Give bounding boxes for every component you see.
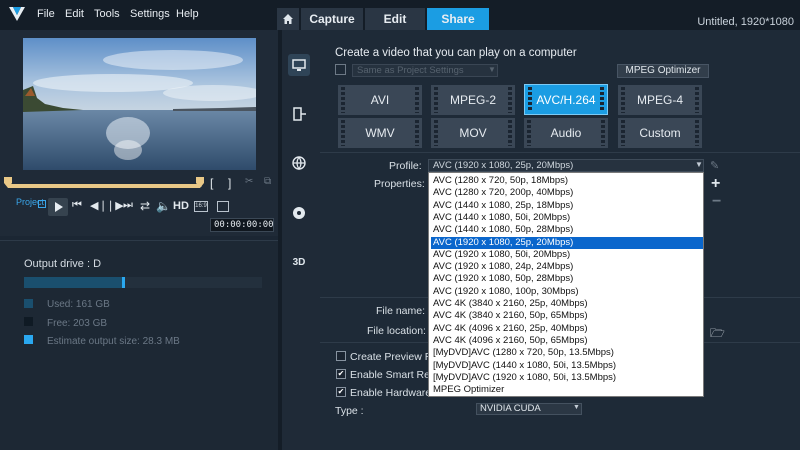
- 3d-icon[interactable]: 3D: [288, 252, 310, 274]
- profile-option[interactable]: AVC (1280 x 720, 200p, 40Mbps): [431, 187, 703, 199]
- profile-option[interactable]: AVC (1440 x 1080, 25p, 18Mbps): [431, 200, 703, 212]
- profile-option[interactable]: AVC (1920 x 1080, 25p, 20Mbps): [431, 236, 703, 249]
- file-name-label: File name:: [376, 305, 426, 317]
- format-audio-button[interactable]: Audio: [524, 118, 608, 148]
- tab-capture[interactable]: Capture: [301, 8, 363, 30]
- play-icon: [55, 202, 63, 212]
- format-avc-button[interactable]: AVC/H.264: [524, 84, 608, 115]
- smart-render-checkbox[interactable]: ✔: [336, 369, 346, 379]
- mark-out-icon[interactable]: ]: [228, 176, 231, 190]
- trim-start-handle[interactable]: [4, 177, 12, 189]
- app-window: File Edit Tools Settings Help Capture Ed…: [0, 0, 800, 450]
- profile-option[interactable]: AVC (1920 x 1080, 50p, 28Mbps): [431, 273, 703, 285]
- profile-option[interactable]: AVC (1440 x 1080, 50i, 20Mbps): [431, 212, 703, 224]
- same-as-project-select[interactable]: Same as Project Settings: [352, 64, 498, 77]
- chevron-down-icon: ▼: [488, 65, 496, 74]
- hardware-encode-label: Enable Hardware e: [350, 387, 440, 399]
- profile-option[interactable]: MPEG Optimizer: [431, 384, 703, 396]
- tab-share[interactable]: Share: [427, 8, 489, 30]
- profile-option[interactable]: AVC (1920 x 1080, 50i, 20Mbps): [431, 249, 703, 261]
- app-logo-icon: [9, 7, 25, 21]
- hd-toggle[interactable]: HD: [173, 200, 189, 212]
- go-to-end-icon[interactable]: ⏭: [123, 199, 133, 212]
- estimate-size-label: Estimate output size: 28.3 MB: [47, 336, 180, 347]
- section-divider: [320, 152, 800, 153]
- disc-icon[interactable]: [288, 202, 310, 224]
- format-mpeg2-button[interactable]: MPEG-2: [431, 85, 515, 115]
- menu-edit[interactable]: Edit: [65, 8, 84, 20]
- profile-select[interactable]: AVC (1920 x 1080, 25p, 20Mbps): [428, 159, 704, 172]
- split-icon[interactable]: ✂: [245, 176, 253, 187]
- copy-icon[interactable]: ⧉: [264, 176, 271, 187]
- format-mov-button[interactable]: MOV: [431, 118, 515, 148]
- profile-option[interactable]: [MyDVD]AVC (1920 x 1080, 50i, 13.5Mbps): [431, 372, 703, 384]
- computer-icon[interactable]: [288, 54, 310, 76]
- free-space-label: Free: 203 GB: [47, 318, 108, 329]
- fullscreen-icon[interactable]: [217, 201, 229, 212]
- play-button[interactable]: [48, 198, 68, 216]
- format-mpeg4-button[interactable]: MPEG-4: [618, 85, 702, 115]
- go-to-start-icon[interactable]: ⏮: [72, 199, 82, 212]
- format-wmv-button[interactable]: WMV: [338, 118, 422, 148]
- remove-profile-icon[interactable]: −: [712, 193, 721, 211]
- profile-label: Profile:: [389, 160, 422, 172]
- trim-range[interactable]: [8, 184, 200, 188]
- window-title: Untitled, 1920*1080: [697, 16, 794, 28]
- used-space-label: Used: 161 GB: [47, 299, 110, 310]
- edit-profile-icon[interactable]: ✎: [710, 159, 719, 172]
- drive-estimate-fill: [122, 277, 125, 288]
- used-legend-swatch: [24, 299, 33, 308]
- menu-help[interactable]: Help: [176, 8, 199, 20]
- tab-edit[interactable]: Edit: [365, 8, 425, 30]
- properties-label: Properties:: [374, 178, 425, 190]
- profile-option[interactable]: AVC (1920 x 1080, 24p, 24Mbps): [431, 261, 703, 273]
- menu-tools[interactable]: Tools: [94, 8, 120, 20]
- video-preview[interactable]: [23, 38, 256, 170]
- free-legend-swatch: [24, 317, 33, 326]
- hardware-type-select[interactable]: NVIDIA CUDA: [476, 403, 582, 415]
- profile-option[interactable]: AVC 4K (4096 x 2160, 25p, 40Mbps): [431, 323, 703, 335]
- format-custom-button[interactable]: Custom: [618, 118, 702, 148]
- menu-settings[interactable]: Settings: [130, 8, 170, 20]
- add-profile-icon[interactable]: +: [711, 175, 720, 193]
- profile-option[interactable]: AVC 4K (3840 x 2160, 25p, 40Mbps): [431, 298, 703, 310]
- trim-end-handle[interactable]: [196, 177, 204, 189]
- home-icon: [283, 14, 293, 24]
- profile-option[interactable]: [MyDVD]AVC (1280 x 720, 50p, 13.5Mbps): [431, 347, 703, 359]
- same-as-project-checkbox[interactable]: [335, 64, 346, 75]
- profile-dropdown-list[interactable]: AVC (1280 x 720, 50p, 18Mbps) AVC (1280 x…: [428, 172, 704, 397]
- output-drive-label: Output drive : D: [24, 258, 102, 270]
- format-avi-button[interactable]: AVI: [338, 85, 422, 115]
- timecode-field[interactable]: 00:00:00:00: [210, 218, 274, 232]
- type-label: Type :: [335, 405, 364, 417]
- profile-option[interactable]: AVC (1440 x 1080, 50p, 28Mbps): [431, 224, 703, 236]
- type-chevron-down-icon: ▼: [573, 404, 580, 411]
- menu-file[interactable]: File: [37, 8, 55, 20]
- file-location-label: File location:: [367, 325, 426, 337]
- profile-option[interactable]: AVC 4K (4096 x 2160, 50p, 65Mbps): [431, 335, 703, 347]
- share-category-bar: [282, 30, 320, 450]
- profile-option[interactable]: AVC 4K (3840 x 2160, 50p, 65Mbps): [431, 310, 703, 322]
- volume-icon[interactable]: 🔈: [156, 199, 171, 213]
- profile-option[interactable]: AVC (1920 x 1080, 100p, 30Mbps): [431, 286, 703, 298]
- next-frame-icon[interactable]: ❘▶: [106, 199, 124, 212]
- device-icon[interactable]: [288, 103, 310, 125]
- share-heading: Create a video that you can play on a co…: [335, 47, 577, 59]
- mark-in-icon[interactable]: [: [210, 176, 213, 190]
- aspect-ratio-button[interactable]: 16:9: [194, 201, 208, 212]
- web-icon[interactable]: [288, 152, 310, 174]
- profile-chevron-down-icon: ▼: [695, 160, 703, 169]
- tab-home[interactable]: [277, 8, 299, 30]
- profile-option[interactable]: AVC (1280 x 720, 50p, 18Mbps): [431, 175, 703, 187]
- mpeg-optimizer-button[interactable]: MPEG Optimizer: [617, 64, 709, 78]
- estimate-legend-swatch: [24, 335, 33, 344]
- clip-mode-indicator[interactable]: [38, 200, 46, 208]
- repeat-icon[interactable]: ⇄: [140, 199, 150, 213]
- profile-option[interactable]: [MyDVD]AVC (1440 x 1080, 50i, 13.5Mbps): [431, 360, 703, 372]
- drive-used-fill: [24, 277, 122, 288]
- hardware-encode-checkbox[interactable]: ✔: [336, 387, 346, 397]
- create-preview-range-checkbox[interactable]: [336, 351, 346, 361]
